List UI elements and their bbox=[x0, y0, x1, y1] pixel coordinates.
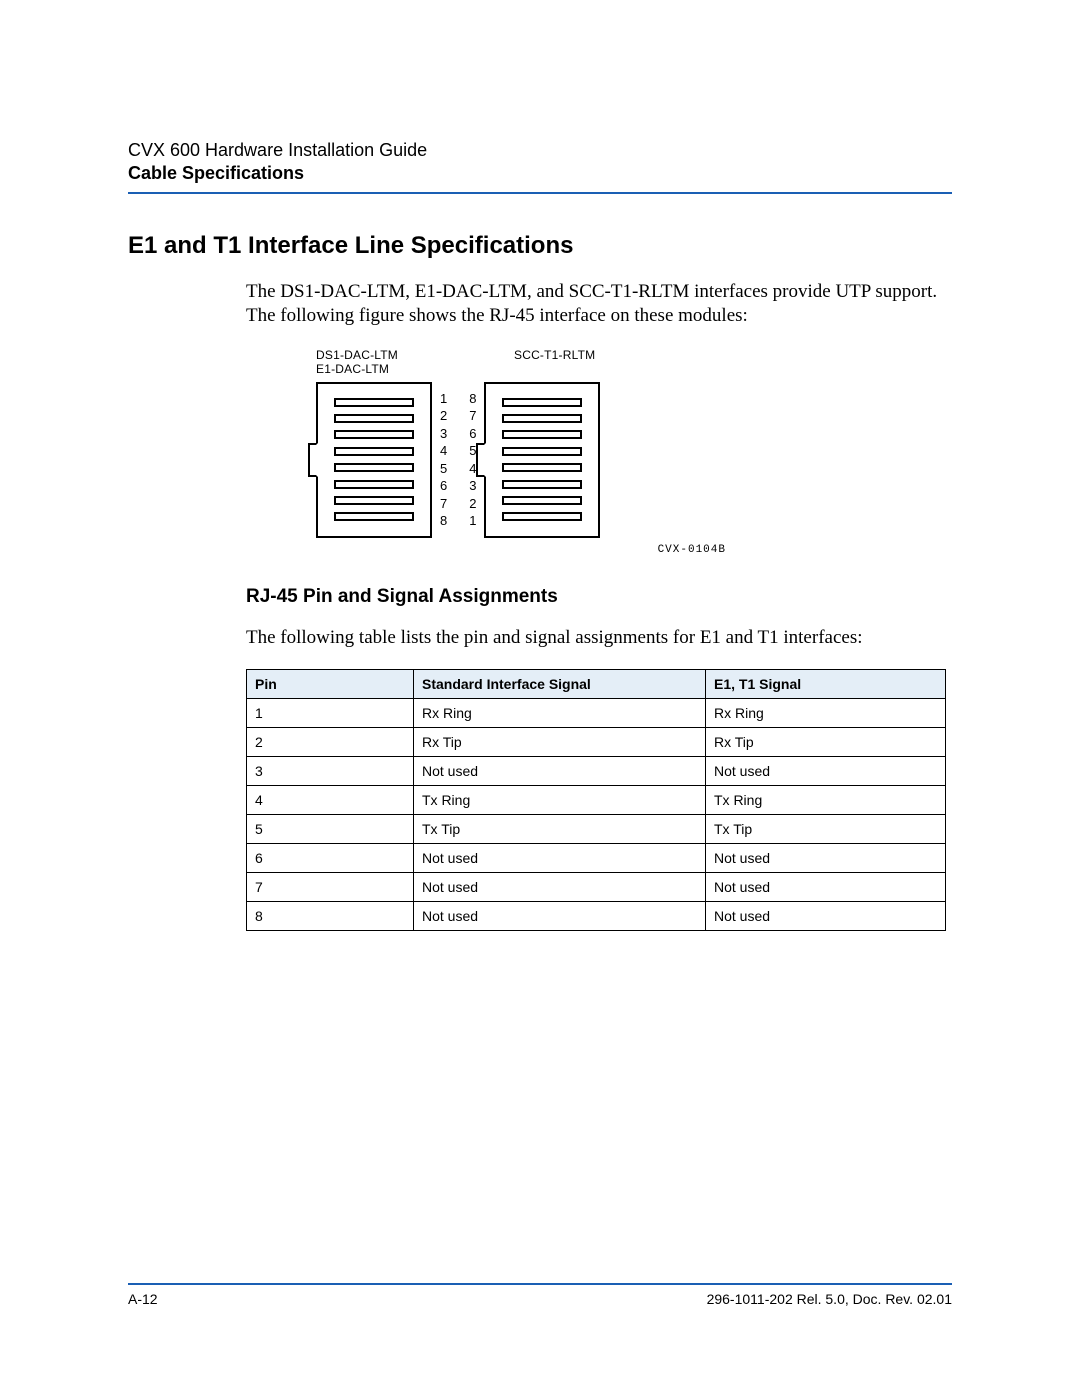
table-header-pin: Pin bbox=[247, 670, 414, 699]
pin-number: 8 bbox=[440, 516, 447, 525]
table-row: 3Not usedNot used bbox=[247, 757, 946, 786]
rj45-left-connector bbox=[316, 382, 432, 538]
pin-number: 3 bbox=[469, 481, 476, 490]
figure-labels: DS1-DAC-LTM E1-DAC-LTM SCC-T1-RLTM bbox=[316, 348, 952, 376]
table-row: 5Tx TipTx Tip bbox=[247, 815, 946, 844]
rj45-pin-slot bbox=[502, 463, 582, 472]
table-row: 6Not usedNot used bbox=[247, 844, 946, 873]
table-row: 1Rx RingRx Ring bbox=[247, 699, 946, 728]
body-content: The DS1-DAC-LTM, E1-DAC-LTM, and SCC-T1-… bbox=[246, 280, 952, 931]
pin-assignment-table: Pin Standard Interface Signal E1, T1 Sig… bbox=[246, 669, 946, 931]
pin-number: 7 bbox=[440, 499, 447, 508]
left-pin-numbers: 1 2 3 4 5 6 7 8 bbox=[440, 382, 447, 538]
pin-number: 3 bbox=[440, 429, 447, 438]
rj45-pin-slot bbox=[334, 447, 414, 456]
table-row: 2Rx TipRx Tip bbox=[247, 728, 946, 757]
rj45-pin-slot bbox=[334, 496, 414, 505]
pin-number: 7 bbox=[469, 411, 476, 420]
table-cell-e1t1: Tx Ring bbox=[706, 786, 946, 815]
table-cell-e1t1: Rx Tip bbox=[706, 728, 946, 757]
table-cell-std: Tx Ring bbox=[414, 786, 706, 815]
pin-number: 8 bbox=[469, 394, 476, 403]
intro-paragraph: The DS1-DAC-LTM, E1-DAC-LTM, and SCC-T1-… bbox=[246, 280, 952, 328]
table-cell-pin: 6 bbox=[247, 844, 414, 873]
pin-number: 5 bbox=[469, 446, 476, 455]
table-cell-pin: 3 bbox=[247, 757, 414, 786]
table-cell-e1t1: Not used bbox=[706, 844, 946, 873]
rj45-pin-slot bbox=[334, 512, 414, 521]
rj45-pin-slot bbox=[334, 463, 414, 472]
right-pin-numbers: 8 7 6 5 4 3 2 1 bbox=[469, 382, 476, 538]
table-cell-pin: 2 bbox=[247, 728, 414, 757]
rj45-pin-slot bbox=[334, 414, 414, 423]
pin-number: 1 bbox=[440, 394, 447, 403]
rj45-pin-slot bbox=[334, 480, 414, 489]
table-cell-e1t1: Not used bbox=[706, 757, 946, 786]
table-cell-std: Not used bbox=[414, 757, 706, 786]
rj45-pin-slot bbox=[502, 447, 582, 456]
table-row: 7Not usedNot used bbox=[247, 873, 946, 902]
figure-label-right: SCC-T1-RLTM bbox=[514, 348, 595, 376]
rj45-figure: DS1-DAC-LTM E1-DAC-LTM SCC-T1-RLTM bbox=[316, 348, 952, 556]
rj45-pin-slot bbox=[334, 430, 414, 439]
section-name: Cable Specifications bbox=[128, 163, 952, 184]
page-header: CVX 600 Hardware Installation Guide Cabl… bbox=[128, 140, 952, 194]
rj45-pin-slot bbox=[502, 414, 582, 423]
table-cell-e1t1: Rx Ring bbox=[706, 699, 946, 728]
table-cell-std: Not used bbox=[414, 902, 706, 931]
rj45-pin-slot bbox=[502, 512, 582, 521]
table-cell-std: Not used bbox=[414, 844, 706, 873]
rj45-pin-slot bbox=[502, 398, 582, 407]
pin-number: 2 bbox=[469, 499, 476, 508]
rj45-pin-slot bbox=[502, 496, 582, 505]
rj45-pin-slot bbox=[334, 398, 414, 407]
rj45-notch-icon bbox=[476, 443, 486, 477]
pin-number: 6 bbox=[440, 481, 447, 490]
doc-id: 296-1011-202 Rel. 5.0, Doc. Rev. 02.01 bbox=[707, 1291, 952, 1307]
doc-title: CVX 600 Hardware Installation Guide bbox=[128, 140, 952, 161]
table-header-e1t1: E1, T1 Signal bbox=[706, 670, 946, 699]
pin-number: 4 bbox=[469, 464, 476, 473]
figure-id: CVX-0104B bbox=[316, 544, 726, 556]
table-cell-pin: 1 bbox=[247, 699, 414, 728]
table-cell-std: Not used bbox=[414, 873, 706, 902]
table-row: 4Tx RingTx Ring bbox=[247, 786, 946, 815]
subheading: RJ-45 Pin and Signal Assignments bbox=[246, 586, 952, 608]
rj45-pin-slot bbox=[502, 430, 582, 439]
rj45-right-connector bbox=[484, 382, 600, 538]
pin-number: 2 bbox=[440, 411, 447, 420]
table-row: 8Not usedNot used bbox=[247, 902, 946, 931]
figure-label-left-line2: E1-DAC-LTM bbox=[316, 362, 446, 376]
pin-number: 1 bbox=[469, 516, 476, 525]
table-cell-pin: 4 bbox=[247, 786, 414, 815]
connectors-row: 1 2 3 4 5 6 7 8 8 7 6 5 4 3 2 bbox=[316, 382, 952, 538]
table-cell-e1t1: Not used bbox=[706, 902, 946, 931]
rj45-pin-slot bbox=[502, 480, 582, 489]
table-cell-std: Tx Tip bbox=[414, 815, 706, 844]
table-cell-e1t1: Not used bbox=[706, 873, 946, 902]
table-header-row: Pin Standard Interface Signal E1, T1 Sig… bbox=[247, 670, 946, 699]
table-cell-pin: 5 bbox=[247, 815, 414, 844]
footer-rule bbox=[128, 1283, 952, 1285]
figure-label-left-line1: DS1-DAC-LTM bbox=[316, 348, 446, 362]
document-page: CVX 600 Hardware Installation Guide Cabl… bbox=[0, 0, 1080, 1397]
table-cell-std: Rx Tip bbox=[414, 728, 706, 757]
pin-number: 5 bbox=[440, 464, 447, 473]
pin-number: 6 bbox=[469, 429, 476, 438]
page-footer: A-12 296-1011-202 Rel. 5.0, Doc. Rev. 02… bbox=[128, 1283, 952, 1307]
table-cell-std: Rx Ring bbox=[414, 699, 706, 728]
table-cell-e1t1: Tx Tip bbox=[706, 815, 946, 844]
pin-number: 4 bbox=[440, 446, 447, 455]
table-cell-pin: 8 bbox=[247, 902, 414, 931]
table-header-std: Standard Interface Signal bbox=[414, 670, 706, 699]
figure-label-left: DS1-DAC-LTM E1-DAC-LTM bbox=[316, 348, 446, 376]
rj45-notch-icon bbox=[308, 443, 318, 477]
table-intro-paragraph: The following table lists the pin and si… bbox=[246, 626, 952, 650]
page-heading: E1 and T1 Interface Line Specifications bbox=[128, 232, 952, 260]
header-rule bbox=[128, 192, 952, 194]
table-cell-pin: 7 bbox=[247, 873, 414, 902]
page-number: A-12 bbox=[128, 1291, 158, 1307]
